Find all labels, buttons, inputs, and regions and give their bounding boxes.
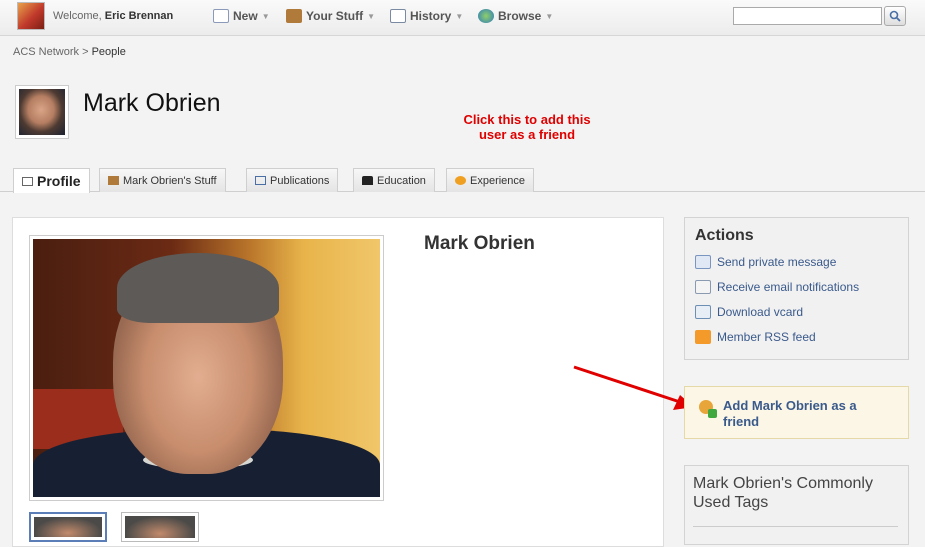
nav-new-label: New: [233, 9, 258, 23]
tab-experience[interactable]: Experience: [446, 168, 535, 192]
nav-new-menu[interactable]: New ▼: [213, 9, 270, 23]
breadcrumb-root-link[interactable]: ACS Network: [13, 46, 79, 58]
tutorial-annotation: Click this to add this user as a friend: [463, 112, 591, 142]
nav-your-stuff-menu[interactable]: Your Stuff ▼: [286, 9, 375, 23]
new-document-icon: [213, 9, 229, 23]
briefcase-icon: [108, 176, 119, 185]
profile-card-icon: [22, 176, 33, 186]
message-icon: [695, 255, 711, 269]
welcome-message: Welcome, Eric Brennan: [53, 10, 173, 22]
tab-stuff-label: Mark Obrien's Stuff: [123, 174, 217, 187]
chevron-down-icon: ▼: [455, 11, 464, 21]
page-title: Mark Obrien: [83, 89, 221, 117]
profile-avatar: [15, 85, 69, 139]
download-vcard-link[interactable]: Download vcard: [695, 305, 803, 319]
tab-stuff[interactable]: Mark Obrien's Stuff: [99, 168, 226, 192]
tab-profile-label: Profile: [37, 173, 81, 189]
common-tags-heading: Mark Obrien's Commonly Used Tags: [693, 475, 873, 511]
publications-icon: [255, 176, 266, 185]
globe-icon: [478, 9, 494, 23]
actions-heading: Actions: [695, 227, 754, 244]
history-icon: [390, 9, 406, 23]
profile-content-panel: Mark Obrien: [12, 217, 664, 547]
profile-name-heading: Mark Obrien: [424, 233, 535, 254]
current-user-name[interactable]: Eric Brennan: [105, 10, 173, 22]
photo-thumbnail[interactable]: [121, 512, 199, 542]
add-friend-panel: Add Mark Obrien as a friend: [684, 386, 909, 439]
profile-photo: [29, 235, 384, 501]
common-tags-panel: Mark Obrien's Commonly Used Tags: [684, 465, 909, 545]
breadcrumb: ACS Network > People: [13, 46, 126, 58]
member-rss-feed-label: Member RSS feed: [717, 330, 816, 344]
profile-tabs: Profile Mark Obrien's Stuff Publications…: [0, 168, 925, 193]
actions-panel: Actions Send private message Receive ema…: [684, 217, 909, 360]
add-friend-label: Add Mark Obrien as a friend: [723, 398, 857, 429]
photo-thumbnail[interactable]: [29, 512, 107, 542]
download-vcard-label: Download vcard: [717, 305, 804, 319]
welcome-prefix: Welcome,: [53, 10, 102, 22]
nav-browse-label: Browse: [498, 9, 542, 23]
nav-history-label: History: [410, 9, 452, 23]
member-rss-feed-link[interactable]: Member RSS feed: [695, 330, 816, 344]
vcard-icon: [695, 305, 711, 319]
add-friend-link[interactable]: Add Mark Obrien as a friend: [697, 398, 873, 430]
chevron-down-icon: ▼: [545, 11, 554, 21]
envelope-icon: [695, 280, 711, 294]
star-burst-icon: [455, 176, 466, 185]
divider: [693, 526, 898, 532]
nav-history-menu[interactable]: History ▼: [390, 9, 463, 23]
briefcase-icon: [286, 9, 302, 23]
top-navigation-bar: Welcome, Eric Brennan New ▼ Your Stuff ▼…: [0, 0, 925, 36]
tab-education[interactable]: Education: [353, 168, 435, 192]
add-user-icon: [697, 398, 717, 418]
chevron-down-icon: ▼: [367, 11, 376, 21]
tab-publications-label: Publications: [270, 174, 330, 187]
tab-experience-label: Experience: [470, 174, 526, 187]
breadcrumb-current[interactable]: People: [92, 46, 126, 58]
send-private-message-link[interactable]: Send private message: [695, 255, 836, 269]
search-icon: [889, 10, 901, 22]
search-button[interactable]: [884, 6, 906, 26]
tab-profile[interactable]: Profile: [13, 168, 90, 193]
chevron-down-icon: ▼: [261, 11, 270, 21]
tab-publications[interactable]: Publications: [246, 168, 339, 192]
tab-education-label: Education: [377, 174, 426, 187]
send-private-message-label: Send private message: [717, 255, 837, 269]
email-notifications-label: Receive email notifications: [717, 280, 860, 294]
email-notifications-link[interactable]: Receive email notifications: [695, 280, 859, 294]
graduation-cap-icon: [362, 176, 373, 185]
nav-browse-menu[interactable]: Browse ▼: [478, 9, 553, 23]
rss-icon: [695, 330, 711, 344]
nav-your-stuff-label: Your Stuff: [306, 9, 364, 23]
user-avatar[interactable]: [17, 2, 45, 30]
breadcrumb-separator: >: [82, 46, 89, 58]
search-input[interactable]: [733, 7, 882, 25]
